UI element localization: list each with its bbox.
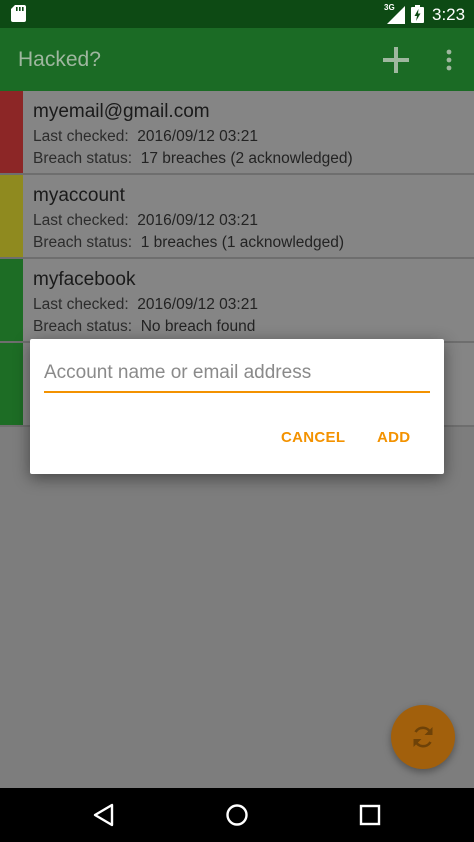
signal-icon — [387, 6, 405, 24]
account-name: myfacebook — [33, 269, 136, 290]
back-icon[interactable] — [91, 802, 117, 828]
breach-status-value: No breach found — [140, 318, 256, 335]
account-name: myemail@gmail.com — [33, 101, 210, 122]
breach-status-value: 17 breaches (2 acknowledged) — [140, 150, 353, 167]
recents-icon[interactable] — [357, 802, 383, 828]
status-indicator — [0, 343, 23, 425]
last-checked-value: 2016/09/12 03:21 — [137, 296, 258, 313]
last-checked-label: Last checked: — [33, 296, 129, 313]
last-checked: Last checked: 2016/09/12 03:21 — [33, 128, 258, 146]
breach-status: Breach status: No breach found — [33, 318, 255, 336]
breach-status-label: Breach status: — [33, 318, 133, 335]
account-name: myaccount — [33, 185, 125, 206]
last-checked-label: Last checked: — [33, 212, 129, 229]
refresh-fab[interactable] — [391, 705, 455, 769]
status-bar: 3G 3:23 — [0, 0, 474, 28]
breach-status-label: Breach status: — [33, 234, 133, 251]
account-row[interactable]: myemail@gmail.com Last checked: 2016/09/… — [0, 91, 474, 175]
refresh-icon — [413, 726, 433, 748]
status-indicator — [0, 91, 23, 173]
sd-card-icon — [11, 5, 26, 22]
home-icon[interactable] — [224, 802, 250, 828]
breach-status: Breach status: 17 breaches (2 acknowledg… — [33, 150, 353, 168]
last-checked-label: Last checked: — [33, 128, 129, 145]
cancel-button[interactable]: CANCEL — [281, 429, 345, 446]
add-account-dialog: CANCEL ADD — [30, 339, 444, 474]
account-input[interactable] — [44, 361, 430, 393]
clock: 3:23 — [432, 5, 466, 24]
breach-status: Breach status: 1 breaches (1 acknowledge… — [33, 234, 344, 252]
breach-status-label: Breach status: — [33, 150, 133, 167]
breach-status-value: 1 breaches (1 acknowledged) — [140, 234, 345, 251]
last-checked: Last checked: 2016/09/12 03:21 — [33, 212, 258, 230]
add-button[interactable]: ADD — [377, 429, 410, 446]
status-indicator — [0, 259, 23, 341]
app-bar: Hacked? — [0, 28, 474, 91]
more-vert-icon — [446, 49, 452, 71]
navigation-bar — [0, 788, 474, 842]
battery-icon — [411, 5, 424, 23]
app-title: Hacked? — [18, 48, 101, 71]
account-row[interactable]: myaccount Last checked: 2016/09/12 03:21… — [0, 175, 474, 259]
plus-icon — [383, 47, 409, 73]
account-row[interactable]: myfacebook Last checked: 2016/09/12 03:2… — [0, 259, 474, 343]
last-checked-value: 2016/09/12 03:21 — [137, 128, 258, 145]
overflow-menu-button[interactable] — [438, 42, 460, 78]
last-checked-value: 2016/09/12 03:21 — [137, 212, 258, 229]
add-account-button[interactable] — [378, 42, 414, 78]
status-indicator — [0, 175, 23, 257]
last-checked: Last checked: 2016/09/12 03:21 — [33, 296, 258, 314]
